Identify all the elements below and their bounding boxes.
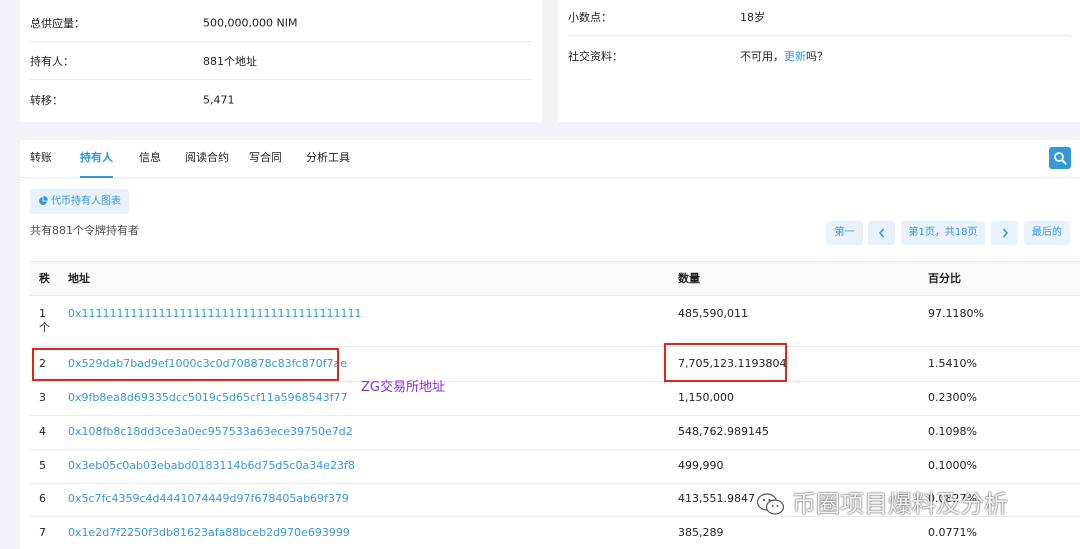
pager-prev-button[interactable] bbox=[868, 221, 895, 245]
decimals-row: 小数点： 18岁 bbox=[568, 0, 1070, 36]
header-percentage: 百分比 bbox=[928, 272, 961, 285]
row-address-link[interactable]: 0x3eb05c0ab03ebabd0183114b6d75d5c0a34e23… bbox=[68, 459, 355, 472]
header-quantity: 数量 bbox=[678, 272, 700, 285]
quantity-highlight-box bbox=[664, 343, 787, 382]
address-highlight-box bbox=[32, 348, 339, 381]
total-holders-text: 共有881个令牌持有者 bbox=[30, 224, 139, 237]
tab-write-contract[interactable]: 写合同 bbox=[249, 140, 282, 178]
tab-holders[interactable]: 持有人 bbox=[80, 140, 113, 178]
row-rank: 1 个 bbox=[39, 307, 50, 334]
holders-chart-button[interactable]: 代币持有人图表 bbox=[30, 189, 129, 214]
search-button[interactable] bbox=[1049, 147, 1071, 169]
row-rank: 5 bbox=[39, 459, 46, 472]
row-percentage: 0.1000% bbox=[928, 459, 977, 472]
social-row: 社交资料： 不可用，更新吗？ bbox=[568, 37, 1070, 75]
row-percentage: 1.5410% bbox=[928, 357, 977, 370]
decimals-label: 小数点： bbox=[568, 10, 612, 24]
transfers-row: 转移： 5,471 bbox=[30, 81, 532, 119]
header-rank: 秩 bbox=[39, 272, 50, 285]
wechat-icon bbox=[756, 493, 785, 515]
tab-analytics[interactable]: 分析工具 bbox=[306, 140, 350, 178]
token-profile-card: 小数点： 18岁 社交资料： 不可用，更新吗？ bbox=[558, 0, 1080, 122]
pager-page-info: 第1页，共18页 bbox=[901, 221, 985, 245]
row-quantity: 485,590,011 bbox=[678, 307, 748, 320]
transfers-label: 转移： bbox=[30, 94, 63, 107]
tab-info[interactable]: 信息 bbox=[139, 140, 161, 178]
row-percentage: 0.2300% bbox=[928, 391, 977, 404]
social-prefix: 不可用， bbox=[740, 50, 784, 63]
pie-chart-icon bbox=[39, 196, 48, 205]
chevron-left-icon bbox=[878, 228, 884, 238]
row-address-link[interactable]: 0x1e2d7f2250f3db81623afa88bceb2d970e6939… bbox=[68, 526, 350, 539]
holders-chart-label: 代币持有人图表 bbox=[51, 196, 121, 207]
pager-next-button[interactable] bbox=[991, 221, 1018, 245]
table-row: 5 0x3eb05c0ab03ebabd0183114b6d75d5c0a34e… bbox=[30, 450, 1080, 484]
social-label: 社交资料： bbox=[568, 50, 623, 63]
row-address-link[interactable]: 0x5c7fc4359c4d4441074449d97f678405ab69f3… bbox=[68, 492, 349, 505]
pager-last-button[interactable]: 最后的 bbox=[1024, 221, 1070, 245]
header-address: 地址 bbox=[68, 272, 90, 285]
row-address-link[interactable]: 0x9fb8ea8d69335dcc5019c5d65cf11a5968543f… bbox=[68, 391, 347, 404]
row-quantity: 385,289 bbox=[678, 526, 724, 539]
row-quantity: 548,762.989145 bbox=[678, 425, 769, 438]
row-percentage: 0.0771% bbox=[928, 526, 977, 539]
pager-first-button[interactable]: 第一 bbox=[826, 221, 863, 245]
tab-transfers[interactable]: 转账 bbox=[30, 140, 52, 178]
exchange-address-annotation: ZG交易所地址 bbox=[361, 380, 445, 395]
chevron-right-icon bbox=[1002, 228, 1008, 238]
row-quantity: 1,150,000 bbox=[678, 391, 734, 404]
social-update-link[interactable]: 更新 bbox=[784, 50, 806, 63]
tab-read-contract[interactable]: 阅读合约 bbox=[185, 140, 229, 178]
row-rank: 4 bbox=[39, 425, 46, 438]
row-rank: 7 bbox=[39, 526, 46, 539]
table-row: 1 个 0x1111111111111111111111111111111111… bbox=[30, 296, 1080, 347]
social-value: 不可用，更新吗？ bbox=[740, 48, 828, 64]
row-percentage: 0.1098% bbox=[928, 425, 977, 438]
total-supply-value: 500,000,000 NIM bbox=[203, 16, 298, 29]
total-supply-row: 总供应量： 500,000,000 NIM bbox=[30, 4, 532, 42]
decimals-value: 18岁 bbox=[740, 10, 765, 24]
table-row: 3 0x9fb8ea8d69335dcc5019c5d65cf11a596854… bbox=[30, 382, 1080, 416]
watermark-text: 币圈项目爆料及分析 bbox=[792, 490, 1008, 518]
tab-bar: 转账 持有人 信息 阅读合约 写合同 分析工具 bbox=[20, 140, 1080, 178]
holders-table-header: 秩 地址 数量 百分比 bbox=[30, 261, 1080, 296]
social-suffix: 吗？ bbox=[806, 50, 828, 63]
row-address-link[interactable]: 0x11111111111111111111111111111111111111… bbox=[68, 307, 361, 320]
table-row: 7 0x1e2d7f2250f3db81623afa88bceb2d970e69… bbox=[30, 517, 1080, 549]
search-icon bbox=[1054, 152, 1067, 165]
row-rank: 3 bbox=[39, 391, 46, 404]
holders-label: 持有人： bbox=[30, 54, 74, 68]
token-overview-card: 总供应量： 500,000,000 NIM 持有人： 881个地址 转移： 5,… bbox=[20, 0, 542, 122]
total-supply-label: 总供应量： bbox=[30, 16, 85, 30]
holders-row: 持有人： 881个地址 bbox=[30, 42, 532, 80]
row-quantity: 413,551.9847 bbox=[678, 492, 755, 505]
row-percentage: 97.1180% bbox=[928, 307, 984, 320]
row-address-link[interactable]: 0x108fb8c18dd3ce3a0ec957533a63ece39750e7… bbox=[68, 425, 353, 438]
transfers-value: 5,471 bbox=[203, 93, 235, 107]
row-quantity: 499,990 bbox=[678, 459, 724, 472]
row-rank: 6 bbox=[39, 492, 46, 505]
watermark: 币圈项目爆料及分析 bbox=[756, 484, 1008, 518]
holders-value: 881个地址 bbox=[203, 54, 257, 68]
table-row: 4 0x108fb8c18dd3ce3a0ec957533a63ece39750… bbox=[30, 416, 1080, 450]
